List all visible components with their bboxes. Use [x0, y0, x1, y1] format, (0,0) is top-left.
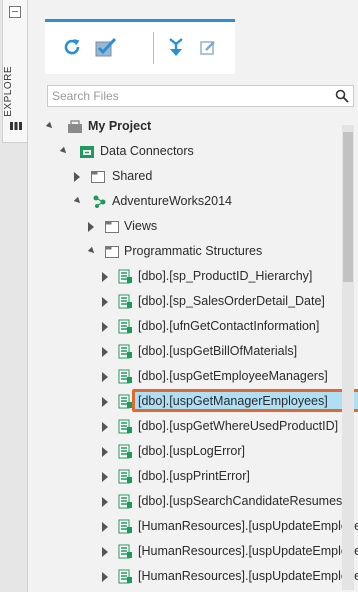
tree-label-procedure: [dbo].[ufnGetContactInformation]	[138, 319, 320, 333]
edit-button[interactable]	[195, 34, 221, 60]
tree-node-procedure[interactable]: [dbo].[uspSearchCandidateResumes]	[28, 489, 346, 514]
collapse-caret-icon[interactable]	[102, 447, 108, 457]
callout-highlight-box	[132, 389, 358, 412]
search-input[interactable]	[52, 88, 322, 104]
tree-label-procedure: [dbo].[uspPrintError]	[138, 469, 250, 483]
stored-procedure-icon	[118, 269, 132, 284]
search-box	[47, 85, 354, 107]
collapse-caret-icon[interactable]	[102, 572, 108, 582]
collapse-caret-icon[interactable]	[102, 522, 108, 532]
tree-label-data-connectors: Data Connectors	[100, 144, 194, 158]
stored-procedure-icon	[118, 369, 132, 384]
tree-node-views[interactable]: Views	[28, 214, 340, 239]
explore-tab[interactable]: EXPLORE	[2, 0, 28, 143]
collapse-caret-icon[interactable]	[88, 222, 94, 232]
stored-procedure-icon	[118, 294, 132, 309]
refresh-button[interactable]	[59, 34, 85, 60]
move-down-icon	[169, 38, 183, 56]
collapse-caret-icon[interactable]	[102, 497, 108, 507]
tree-node-procedure[interactable]: [dbo].[uspGetManagerEmployees]	[28, 389, 358, 414]
stored-procedure-icon	[118, 544, 132, 559]
tree-node-procedure[interactable]: [dbo].[uspPrintError]	[28, 464, 340, 489]
edit-icon	[200, 41, 215, 55]
tree-label-procedure: [dbo].[uspGetWhereUsedProductID]	[138, 419, 339, 433]
stored-procedure-icon	[118, 394, 132, 409]
folder-icon	[91, 171, 105, 183]
expand-caret-icon[interactable]	[73, 196, 83, 206]
stored-procedure-icon	[118, 469, 132, 484]
side-tab-strip: EXPLORE	[0, 0, 28, 592]
expand-caret-icon[interactable]	[87, 246, 97, 256]
tree-node-procedure[interactable]: [dbo].[uspLogError]	[28, 439, 340, 464]
tree-node-programmatic[interactable]: Programmatic Structures	[28, 239, 340, 264]
toolbar-divider	[153, 32, 154, 64]
collapse-caret-icon[interactable]	[102, 322, 108, 332]
stored-procedure-icon	[118, 444, 132, 459]
file-tree: My Project Data Connectors Shared Advent…	[28, 112, 358, 592]
collapse-caret-icon[interactable]	[102, 422, 108, 432]
tree-label-procedure: [HumanResources].[uspUpdateEmploye	[138, 569, 358, 583]
tree-label-procedure: [HumanResources].[uspUpdateEmploye	[138, 519, 358, 533]
connector-icon	[93, 195, 106, 208]
tree-node-connector[interactable]: AdventureWorks2014	[28, 189, 340, 214]
tree-node-procedure[interactable]: [dbo].[uspGetEmployeeManagers]	[28, 364, 340, 389]
move-button[interactable]	[163, 34, 189, 60]
tree-label-procedure: [dbo].[sp_ProductID_Hierarchy]	[138, 269, 313, 283]
stored-procedure-icon	[118, 569, 132, 584]
tree-label-procedure: [dbo].[uspGetBillOfMaterials]	[138, 344, 298, 358]
project-icon	[68, 120, 82, 133]
tree-node-data-connectors[interactable]: Data Connectors	[28, 139, 340, 164]
checkbox-check-icon	[95, 37, 117, 57]
explore-tab-label: EXPLORE	[3, 66, 14, 117]
collapse-caret-icon[interactable]	[102, 547, 108, 557]
tree-node-procedure[interactable]: [dbo].[uspGetWhereUsedProductID]	[28, 414, 340, 439]
tree-label-programmatic: Programmatic Structures	[124, 244, 263, 258]
collapse-caret-icon[interactable]	[102, 472, 108, 482]
tree-label-connector: AdventureWorks2014	[112, 194, 232, 208]
collapse-caret-icon[interactable]	[102, 297, 108, 307]
tree-node-project[interactable]: My Project	[28, 114, 340, 139]
collapse-icon[interactable]	[9, 6, 21, 18]
collapse-caret-icon[interactable]	[102, 372, 108, 382]
tree-node-procedure[interactable]: [dbo].[uspGetBillOfMaterials]	[28, 339, 340, 364]
tree-node-procedure[interactable]: [dbo].[sp_SalesOrderDetail_Date]	[28, 289, 340, 314]
tree-label-project: My Project	[88, 119, 152, 133]
refresh-icon	[64, 39, 80, 55]
tree-label-shared: Shared	[112, 169, 153, 183]
search-icon[interactable]	[335, 89, 349, 103]
toolbar	[45, 19, 235, 74]
scrollbar-thumb[interactable]	[343, 132, 353, 282]
scrollbar[interactable]	[342, 125, 354, 590]
stored-procedure-icon	[118, 419, 132, 434]
tree-node-procedure[interactable]: [dbo].[sp_ProductID_Hierarchy]	[28, 264, 340, 289]
tree-node-procedure[interactable]: [HumanResources].[uspUpdateEmploye	[28, 514, 358, 539]
collapse-caret-icon[interactable]	[74, 172, 80, 182]
collapse-caret-icon[interactable]	[102, 397, 108, 407]
check-button[interactable]	[93, 34, 119, 60]
database-icon	[10, 122, 22, 130]
explore-panel: My Project Data Connectors Shared	[27, 0, 358, 592]
tree-label-views: Views	[124, 219, 158, 233]
stored-procedure-icon	[118, 494, 132, 509]
folder-icon	[105, 246, 119, 258]
collapse-caret-icon[interactable]	[102, 347, 108, 357]
stored-procedure-icon	[118, 519, 132, 534]
tree-node-procedure[interactable]: [dbo].[ufnGetContactInformation]	[28, 314, 340, 339]
tree-label-procedure: [dbo].[uspGetEmployeeManagers]	[138, 369, 328, 383]
expand-caret-icon[interactable]	[45, 121, 55, 131]
tree-label-procedure: [dbo].[uspLogError]	[138, 444, 246, 458]
tree-label-procedure: [dbo].[sp_SalesOrderDetail_Date]	[138, 294, 325, 308]
collapse-caret-icon[interactable]	[102, 272, 108, 282]
expand-caret-icon[interactable]	[59, 146, 69, 156]
stored-procedure-icon	[118, 319, 132, 334]
tree-node-procedure[interactable]: [HumanResources].[uspUpdateEmploye	[28, 539, 358, 564]
stored-procedure-icon	[118, 344, 132, 359]
tree-label-procedure: [HumanResources].[uspUpdateEmploye	[138, 544, 358, 558]
tree-node-procedure[interactable]: [HumanResources].[uspUpdateEmploye	[28, 564, 358, 589]
data-connectors-icon	[80, 146, 94, 158]
folder-icon	[105, 221, 119, 233]
tree-node-shared[interactable]: Shared	[28, 164, 340, 189]
tree-label-procedure: [dbo].[uspSearchCandidateResumes]	[138, 494, 346, 508]
